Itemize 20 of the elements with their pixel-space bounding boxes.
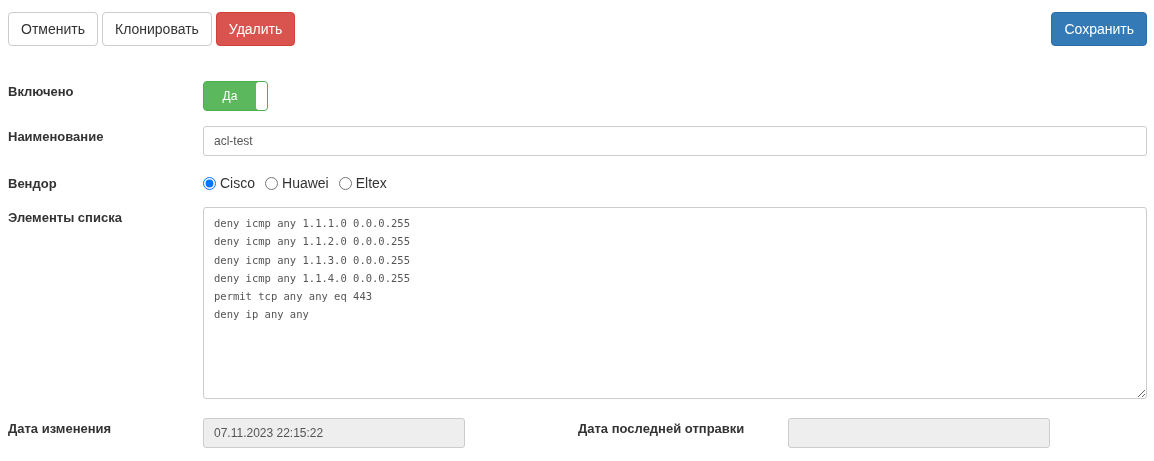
field-label: Вендор	[8, 175, 58, 191]
radio-button[interactable]	[338, 176, 352, 190]
action-button[interactable]: Клонировать	[102, 12, 212, 46]
action-button[interactable]: Отменить	[8, 12, 98, 46]
option-label[interactable]: Eltex	[355, 175, 387, 191]
field-label: Дата изменения	[8, 420, 113, 436]
text-area[interactable]: deny icmp any 1.1.1.0 0.0.0.255 deny icmp any 1.1.2.0 0.0.0.255 deny icmp any 1.1.3.0 0.0.0.255 deny icmp any 1.1.4.0 0.0.0.255 permit tcp any any eq 443 deny ip any any	[203, 207, 1147, 399]
field-label: Дата последней отправки	[577, 420, 746, 436]
input-field[interactable]: acl-test	[203, 126, 1147, 156]
option-label[interactable]: Cisco	[220, 175, 255, 191]
delete-button[interactable]: Удалить	[215, 12, 296, 46]
field-label: Элементы списка	[8, 209, 123, 225]
radio-button[interactable]	[203, 176, 216, 190]
save-button[interactable]: Сохранить	[1051, 12, 1147, 46]
date-field[interactable]	[788, 418, 1050, 448]
radio-button[interactable]	[265, 176, 278, 190]
option-label[interactable]: Huawei	[282, 175, 329, 191]
date-field[interactable]: 07.11.2023 22:15:22	[203, 418, 465, 448]
field-label: Включено	[8, 83, 75, 99]
field-label: Наименование	[8, 128, 105, 144]
